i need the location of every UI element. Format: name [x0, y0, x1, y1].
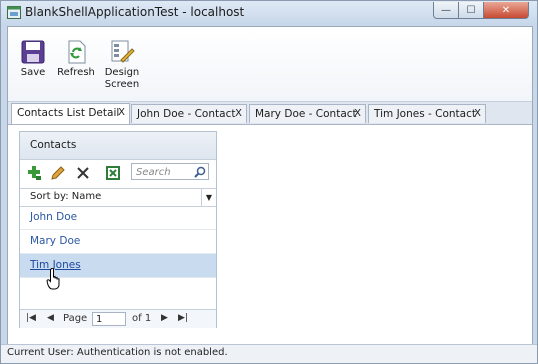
search-input[interactable]: Search: [131, 163, 209, 180]
list-item[interactable]: John Doe: [20, 206, 216, 230]
application-window: BlankShellApplicationTest - localhost — …: [0, 0, 538, 364]
list-item[interactable]: Mary Doe: [20, 230, 216, 254]
app-window-icon: [7, 6, 21, 19]
last-page-icon[interactable]: ▶|: [178, 313, 188, 323]
design-screen-icon: [111, 40, 135, 63]
tab-tim-jones-contact[interactable]: Tim Jones - Contact X: [368, 104, 486, 123]
add-icon[interactable]: [26, 165, 42, 181]
title-bar[interactable]: BlankShellApplicationTest - localhost — …: [1, 1, 537, 25]
ribbon: Save Refresh Design Screen: [8, 27, 532, 102]
save-button[interactable]: Save: [16, 39, 50, 79]
design-label-line1: Design: [104, 67, 140, 78]
maximize-button[interactable]: ☐: [458, 2, 484, 19]
excel-export-icon[interactable]: [105, 165, 121, 181]
refresh-icon: [68, 40, 86, 64]
close-window-button[interactable]: ✕: [483, 2, 529, 19]
client-area: Save Refresh Design Screen Contacts List…: [7, 26, 533, 356]
refresh-button[interactable]: Refresh: [56, 39, 96, 79]
sort-label: Sort by: Name: [30, 191, 102, 202]
pager: |◀ ◀ Page 1 of 1 ▶ ▶|: [20, 309, 216, 328]
tab-label: Contacts List Detail: [17, 107, 120, 119]
minimize-button[interactable]: —: [433, 2, 459, 19]
sort-selector[interactable]: Sort by: Name ▼: [20, 188, 216, 207]
previous-page-icon[interactable]: ◀: [47, 313, 54, 323]
tab-close-button[interactable]: X: [118, 104, 125, 122]
next-page-icon[interactable]: ▶: [161, 313, 168, 323]
design-screen-button[interactable]: Design Screen: [102, 39, 142, 91]
floppy-disk-icon: [21, 40, 45, 64]
pencil-icon[interactable]: [50, 165, 66, 181]
tab-contacts-list-detail[interactable]: Contacts List Detail X: [11, 103, 130, 124]
contact-name[interactable]: John Doe: [30, 211, 77, 223]
chevron-down-icon[interactable]: ▼: [201, 189, 216, 206]
status-bar: Current User: Authentication is not enab…: [1, 344, 537, 363]
delete-icon[interactable]: [75, 165, 91, 181]
page-count: of 1: [132, 313, 152, 324]
page-label: Page: [63, 313, 88, 324]
refresh-label: Refresh: [57, 67, 95, 78]
tab-close-button[interactable]: X: [474, 105, 481, 123]
contact-name[interactable]: Mary Doe: [30, 235, 80, 247]
contacts-panel-header: Contacts: [20, 132, 216, 160]
hand-cursor-icon: [46, 268, 60, 290]
tab-label: Tim Jones - Contact: [374, 108, 476, 120]
contacts-panel-title: Contacts: [30, 139, 77, 151]
status-text: Current User: Authentication is not enab…: [7, 347, 228, 358]
window-title: BlankShellApplicationTest - localhost: [25, 5, 245, 19]
tab-mary-doe-contact[interactable]: Mary Doe - Contact X: [249, 104, 366, 123]
tab-john-doe-contact[interactable]: John Doe - Contact X: [131, 104, 247, 123]
contacts-panel: Contacts Search Sort by: Name ▼ John Doe…: [19, 131, 217, 328]
tab-close-button[interactable]: X: [354, 105, 361, 123]
first-page-icon[interactable]: |◀: [26, 313, 36, 323]
contacts-toolbar: Search: [20, 160, 216, 187]
tab-strip: Contacts List Detail X John Doe - Contac…: [8, 102, 532, 125]
tab-close-button[interactable]: X: [235, 105, 242, 123]
tab-label: Mary Doe - Contact: [255, 108, 357, 120]
search-placeholder: Search: [136, 167, 171, 178]
design-label-line2: Screen: [104, 79, 140, 90]
save-label: Save: [20, 67, 46, 78]
tab-label: John Doe - Contact: [137, 108, 236, 120]
page-number-input[interactable]: 1: [92, 312, 126, 326]
search-icon[interactable]: [194, 166, 206, 178]
